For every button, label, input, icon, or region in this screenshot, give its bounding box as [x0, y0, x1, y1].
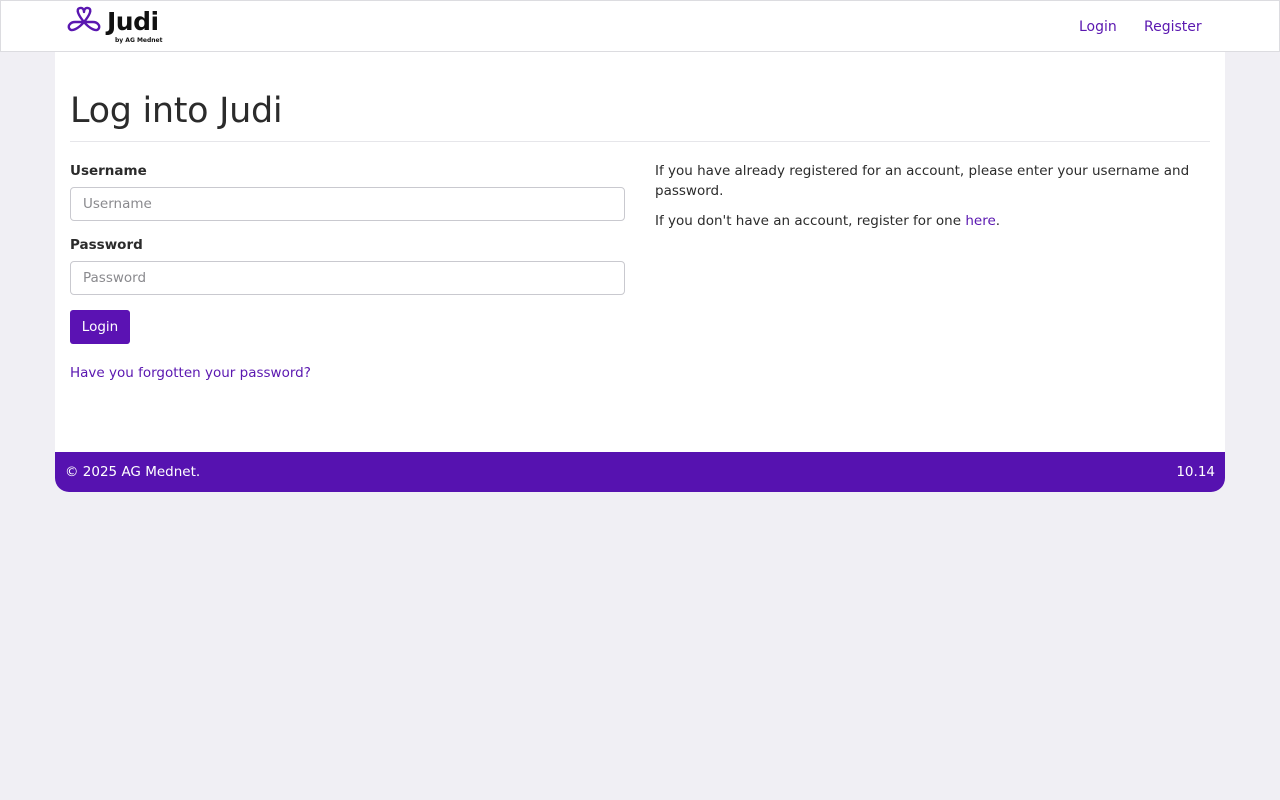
judi-logo[interactable]: Judi by AG Mednet [67, 5, 167, 47]
username-label: Username [70, 163, 147, 179]
register-info-text: If you don't have an account, register f… [655, 211, 1195, 231]
logo-tagline: by AG Mednet [115, 37, 163, 44]
judi-logo-icon [67, 6, 101, 32]
login-panel: Log into Judi Username Password Login Ha… [55, 52, 1225, 452]
password-label: Password [70, 237, 143, 253]
registered-info-text: If you have already registered for an ac… [655, 163, 1190, 199]
logo-wordmark: Judi [107, 7, 159, 36]
forgot-password-link[interactable]: Have you forgotten your password? [70, 364, 311, 382]
login-button[interactable]: Login [70, 310, 130, 344]
nav-register-link[interactable]: Register [1144, 18, 1202, 36]
nav-login-link[interactable]: Login [1079, 18, 1117, 36]
register-here-link[interactable]: here [965, 213, 995, 229]
footer-version: 10.14 [1176, 464, 1215, 480]
page-footer: © 2025 AG Mednet. 10.14 [55, 452, 1225, 492]
password-input[interactable] [70, 261, 625, 295]
top-navbar: Judi by AG Mednet Login Register [0, 0, 1280, 52]
username-input[interactable] [70, 187, 625, 221]
register-info-suffix: . [995, 213, 1001, 229]
title-divider [70, 141, 1210, 142]
footer-copyright: © 2025 AG Mednet. [65, 464, 201, 480]
page-title: Log into Judi [70, 91, 283, 131]
register-info-prefix: If you don't have an account, register f… [655, 213, 966, 229]
